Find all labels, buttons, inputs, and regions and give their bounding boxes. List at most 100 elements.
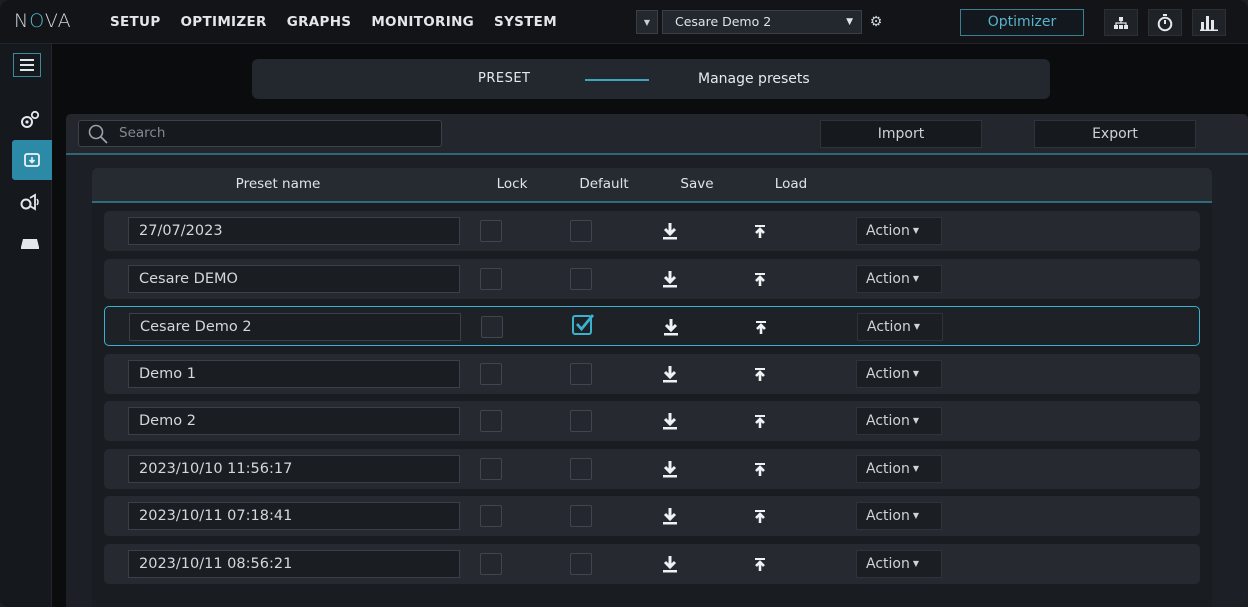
caret-down-icon: ▼	[912, 416, 920, 425]
bar-chart-button[interactable]	[1192, 9, 1226, 36]
action-label: Action	[866, 508, 910, 524]
action-label: Action	[866, 556, 910, 572]
load-upload-icon[interactable]	[750, 506, 770, 526]
preset-select[interactable]: Cesare Demo 2 ▼	[662, 10, 862, 34]
load-upload-icon[interactable]	[750, 269, 770, 289]
default-checkbox[interactable]	[570, 268, 592, 290]
optimizer-button[interactable]: Optimizer	[960, 9, 1084, 36]
action-dropdown[interactable]: Action ▼	[856, 217, 942, 245]
lock-checkbox[interactable]	[480, 553, 502, 575]
load-upload-icon[interactable]	[750, 411, 770, 431]
preset-name-field[interactable]: Cesare DEMO	[128, 265, 460, 293]
lock-checkbox[interactable]	[480, 220, 502, 242]
action-dropdown[interactable]: Action ▼	[856, 550, 942, 578]
nav-graphs[interactable]: GRAPHS	[277, 0, 362, 44]
load-upload-icon[interactable]	[750, 364, 770, 384]
save-download-icon[interactable]	[660, 554, 680, 574]
preset-settings-button[interactable]: ⚙	[864, 10, 888, 34]
save-download-icon[interactable]	[660, 269, 680, 289]
preset-name-field[interactable]: 2023/10/11 07:18:41	[128, 502, 460, 530]
caret-down-icon: ▼	[913, 322, 921, 331]
default-checkbox[interactable]	[570, 553, 592, 575]
preset-name-field[interactable]: Demo 1	[128, 360, 460, 388]
save-download-icon[interactable]	[660, 506, 680, 526]
load-upload-icon[interactable]	[750, 459, 770, 479]
table-row[interactable]: 2023/10/11 07:18:41 Action ▼	[104, 496, 1200, 536]
lock-checkbox[interactable]	[480, 505, 502, 527]
action-dropdown[interactable]: Action ▼	[857, 313, 943, 341]
save-download-icon[interactable]	[661, 317, 681, 337]
stopwatch-button[interactable]	[1148, 9, 1182, 36]
lock-checkbox[interactable]	[481, 316, 503, 338]
table-row[interactable]: Cesare Demo 2 Action ▼	[104, 306, 1200, 346]
left-sidebar	[0, 44, 52, 607]
preset-name-field[interactable]: Demo 2	[128, 407, 460, 435]
column-header-lock: Lock	[496, 176, 528, 192]
default-checkbox[interactable]	[571, 312, 595, 335]
action-label: Action	[866, 413, 910, 429]
sidebar-item-setup[interactable]	[10, 100, 50, 140]
nav-system[interactable]: SYSTEM	[484, 0, 567, 44]
default-checkbox[interactable]	[570, 458, 592, 480]
preset-name-field[interactable]: 27/07/2023	[128, 217, 460, 245]
app-window: NOVA SETUP OPTIMIZER GRAPHS MONITORING S…	[0, 0, 1248, 607]
nav-setup[interactable]: SETUP	[110, 0, 171, 44]
table-row[interactable]: 2023/10/11 08:56:21 Action ▼	[104, 544, 1200, 584]
default-checkbox[interactable]	[570, 220, 592, 242]
save-download-icon[interactable]	[660, 221, 680, 241]
caret-down-icon: ▼	[912, 464, 920, 473]
action-dropdown[interactable]: Action ▼	[856, 455, 942, 483]
sidebar-item-presets[interactable]	[12, 140, 52, 180]
action-dropdown[interactable]: Action ▼	[856, 360, 942, 388]
column-header-load: Load	[774, 176, 808, 192]
preset-name-field[interactable]: 2023/10/10 11:56:17	[128, 455, 460, 483]
triangle-down-icon: ▼	[643, 17, 651, 27]
preset-select-value: Cesare Demo 2	[675, 14, 772, 29]
default-checkbox[interactable]	[570, 363, 592, 385]
table-row[interactable]: 27/07/2023 Action ▼	[104, 211, 1200, 251]
search-icon	[88, 124, 108, 144]
nav-optimizer[interactable]: OPTIMIZER	[171, 0, 277, 44]
table-row[interactable]: Demo 2 Action ▼	[104, 401, 1200, 441]
save-download-icon[interactable]	[660, 411, 680, 431]
hamburger-icon-line	[20, 64, 34, 66]
app-logo: NOVA	[14, 10, 72, 32]
stopwatch-icon	[1157, 13, 1173, 31]
column-header-default: Default	[579, 176, 629, 192]
hamburger-icon	[20, 59, 34, 61]
nav-monitoring[interactable]: MONITORING	[361, 0, 484, 44]
action-dropdown[interactable]: Action ▼	[856, 407, 942, 435]
section-label: PRESET	[478, 71, 531, 86]
top-bar: NOVA SETUP OPTIMIZER GRAPHS MONITORING S…	[0, 0, 1248, 44]
sidebar-item-device[interactable]	[10, 224, 50, 264]
hierarchy-button[interactable]	[1104, 9, 1138, 36]
sidebar-item-audio[interactable]	[10, 182, 50, 222]
action-dropdown[interactable]: Action ▼	[856, 502, 942, 530]
import-button[interactable]: Import	[820, 120, 982, 148]
default-checkbox[interactable]	[570, 505, 592, 527]
table-header: Preset name Lock Default Save Load	[92, 168, 1212, 203]
action-dropdown[interactable]: Action ▼	[856, 265, 942, 293]
export-button[interactable]: Export	[1034, 120, 1196, 148]
table-row[interactable]: 2023/10/10 11:56:17 Action ▼	[104, 449, 1200, 489]
bar-chart-icon	[1200, 15, 1218, 31]
lock-checkbox[interactable]	[480, 363, 502, 385]
menu-toggle-button[interactable]	[13, 53, 41, 77]
lock-checkbox[interactable]	[480, 458, 502, 480]
save-download-icon[interactable]	[660, 364, 680, 384]
preset-name-field[interactable]: Cesare Demo 2	[129, 313, 461, 341]
caret-down-icon: ▼	[912, 274, 920, 283]
preset-name-field[interactable]: 2023/10/11 08:56:21	[128, 550, 460, 578]
load-upload-icon[interactable]	[751, 317, 771, 337]
lock-checkbox[interactable]	[480, 268, 502, 290]
search-input[interactable]: Search	[78, 120, 442, 147]
save-download-icon[interactable]	[660, 459, 680, 479]
lock-checkbox[interactable]	[480, 410, 502, 432]
table-row[interactable]: Demo 1 Action ▼	[104, 354, 1200, 394]
load-upload-icon[interactable]	[750, 554, 770, 574]
load-upload-icon[interactable]	[750, 221, 770, 241]
hierarchy-icon	[1114, 16, 1128, 29]
table-row[interactable]: Cesare DEMO Action ▼	[104, 259, 1200, 299]
default-checkbox[interactable]	[570, 410, 592, 432]
preset-prev-dropdown[interactable]: ▼	[636, 10, 658, 34]
